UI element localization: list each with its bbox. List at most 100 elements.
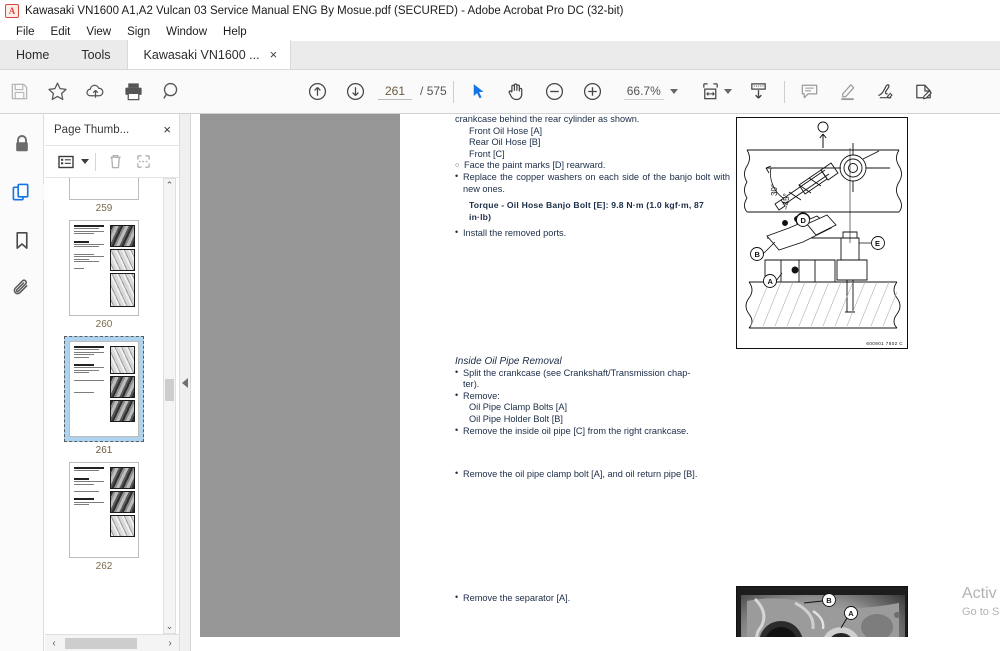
text-line: Replace the copper washers on each side … [455, 171, 730, 195]
pdf-page-261: crankcase behind the rear cylinder as sh… [400, 114, 1000, 651]
svg-text:A: A [848, 609, 854, 618]
text-line: Remove the separator [A]. [455, 592, 730, 605]
scrollbar-track[interactable] [61, 637, 163, 649]
page-total-label: / 575 [420, 84, 447, 98]
tab-tools[interactable]: Tools [65, 40, 127, 69]
scroll-left-icon[interactable]: ‹ [47, 638, 61, 649]
scroll-right-icon[interactable]: › [163, 638, 177, 649]
zoom-search-icon[interactable] [152, 75, 190, 109]
torque-spec-line-1: Torque - Oil Hose Banjo Bolt [E]: 9.8 N·… [469, 200, 704, 211]
menu-item-edit[interactable]: Edit [43, 25, 79, 39]
thumbnail-page-number: 262 [95, 561, 113, 572]
tab-home-label: Home [16, 47, 50, 62]
sidebar-item-page-thumbnails[interactable] [5, 176, 49, 208]
zoom-level-control[interactable]: 66.7% [623, 84, 678, 100]
text-line: crankcase behind the rear cylinder as sh… [455, 114, 640, 124]
close-icon[interactable]: × [267, 47, 281, 62]
torque-spec-line-2: in·lb) [469, 211, 492, 222]
text-line: Oil Pipe Holder Bolt [B] [469, 413, 563, 424]
thumbnails-horizontal-scrollbar[interactable]: ‹ › [45, 634, 179, 651]
svg-text:E: E [875, 239, 880, 248]
star-icon[interactable] [38, 75, 76, 109]
sidebar-item-bookmarks[interactable] [5, 224, 39, 256]
scrollbar-thumb[interactable] [165, 379, 174, 401]
thumbnails-title: Page Thumb... [54, 123, 130, 136]
text-line: ter). [463, 379, 480, 390]
tab-document-label: Kawasaki VN1600 ... [143, 47, 260, 62]
list-item[interactable]: 259 [45, 178, 163, 214]
scrollbar-thumb[interactable] [65, 637, 137, 649]
svg-text:D: D [801, 216, 807, 225]
acrobat-logo-icon: A [5, 3, 19, 18]
previous-page-icon[interactable] [298, 75, 336, 109]
acrobat-window: A Kawasaki VN1600 A1,A2 Vulcan 03 Servic… [0, 0, 1000, 651]
print-icon[interactable] [114, 75, 152, 109]
svg-text:B: B [755, 250, 761, 259]
menu-item-help[interactable]: Help [215, 25, 255, 39]
text-line: Split the crankcase (see Crankshaft/Tran… [455, 367, 730, 380]
figure-banjo-bolt-diagram: 30° ~45° D B A E 600901 7802 C [736, 117, 908, 349]
thumbnail-page-number: 259 [95, 203, 113, 214]
menu-item-view[interactable]: View [78, 25, 119, 39]
zoom-level-value[interactable]: 66.7% [623, 84, 664, 100]
thumbnails-vertical-scrollbar[interactable]: ⌃ ⌄ [163, 178, 176, 634]
section-heading: Inside Oil Pipe Removal [455, 355, 562, 367]
page-navigator: 261 / 575 [378, 84, 447, 100]
text-line: Remove: [455, 390, 730, 403]
sidebar-item-attachments[interactable] [5, 272, 39, 304]
hand-tool-icon[interactable] [498, 75, 536, 109]
sidebar-item-security[interactable] [5, 128, 39, 160]
trash-icon[interactable] [102, 150, 128, 174]
window-title: Kawasaki VN1600 A1,A2 Vulcan 03 Service … [25, 4, 624, 17]
fill-and-sign-icon[interactable] [905, 75, 943, 109]
page-display-icon[interactable] [740, 75, 778, 109]
viewport-left-margin [191, 114, 200, 651]
highlight-text-icon[interactable] [829, 75, 867, 109]
text-line: Rear Oil Hose [B] [469, 137, 541, 148]
page-total-value: 575 [426, 83, 447, 98]
save-icon[interactable] [0, 75, 38, 109]
menu-item-window[interactable]: Window [158, 25, 215, 39]
menu-item-sign[interactable]: Sign [119, 25, 158, 39]
menu-item-file[interactable]: File [8, 25, 43, 39]
main-toolbar: 261 / 575 66.7% [0, 70, 1000, 114]
add-comment-icon[interactable] [791, 75, 829, 109]
scroll-down-icon[interactable]: ⌄ [164, 620, 175, 633]
fit-page-chevron-down-icon[interactable] [723, 89, 732, 94]
thumbnails-header: Page Thumb... × [45, 114, 179, 146]
list-item[interactable]: 260 [45, 220, 163, 330]
text-line: Face the paint marks [D] rearward. [455, 160, 730, 172]
chevron-down-icon[interactable] [669, 89, 678, 94]
thumbnails-toolbar-divider [95, 152, 96, 171]
scroll-up-icon[interactable]: ⌃ [164, 179, 175, 192]
text-line: Front Oil Hose [A] [469, 125, 543, 136]
panel-collapse-handle[interactable] [180, 114, 191, 651]
select-tool-icon[interactable] [460, 75, 498, 109]
sign-document-icon[interactable] [867, 75, 905, 109]
zoom-out-icon[interactable] [536, 75, 574, 109]
thumbnails-toolbar [45, 146, 179, 178]
next-page-icon[interactable] [336, 75, 374, 109]
window-bottom-strip [191, 637, 1000, 651]
page-separator: / [420, 83, 424, 98]
chevron-down-icon[interactable] [81, 159, 89, 164]
menu-bar: File Edit View Sign Window Help [0, 22, 1000, 41]
svg-text:B: B [826, 596, 832, 605]
document-viewport[interactable]: crankcase behind the rear cylinder as sh… [191, 114, 1000, 651]
zoom-in-icon[interactable] [574, 75, 612, 109]
upload-cloud-icon[interactable] [76, 75, 114, 109]
extract-pages-icon[interactable] [130, 150, 156, 174]
figure-code: 600901 7802 C [866, 341, 903, 346]
svg-text:30°: 30° [770, 184, 779, 196]
collapse-left-triangle-icon[interactable] [182, 377, 188, 388]
text-line: Install the removed ports. [455, 227, 730, 240]
page-number-input[interactable]: 261 [378, 84, 412, 100]
list-item-selected[interactable]: 261 [45, 336, 163, 456]
tab-document[interactable]: Kawasaki VN1600 ... × [126, 40, 292, 69]
close-icon[interactable]: × [163, 122, 171, 137]
list-item[interactable]: 262 [45, 462, 163, 572]
text-line: Front [C] [469, 148, 505, 159]
thumbnails-list[interactable]: 259 260 261 262 ⌃ ⌄ [45, 178, 179, 634]
tab-home[interactable]: Home [0, 40, 66, 69]
options-list-icon[interactable] [53, 150, 79, 174]
